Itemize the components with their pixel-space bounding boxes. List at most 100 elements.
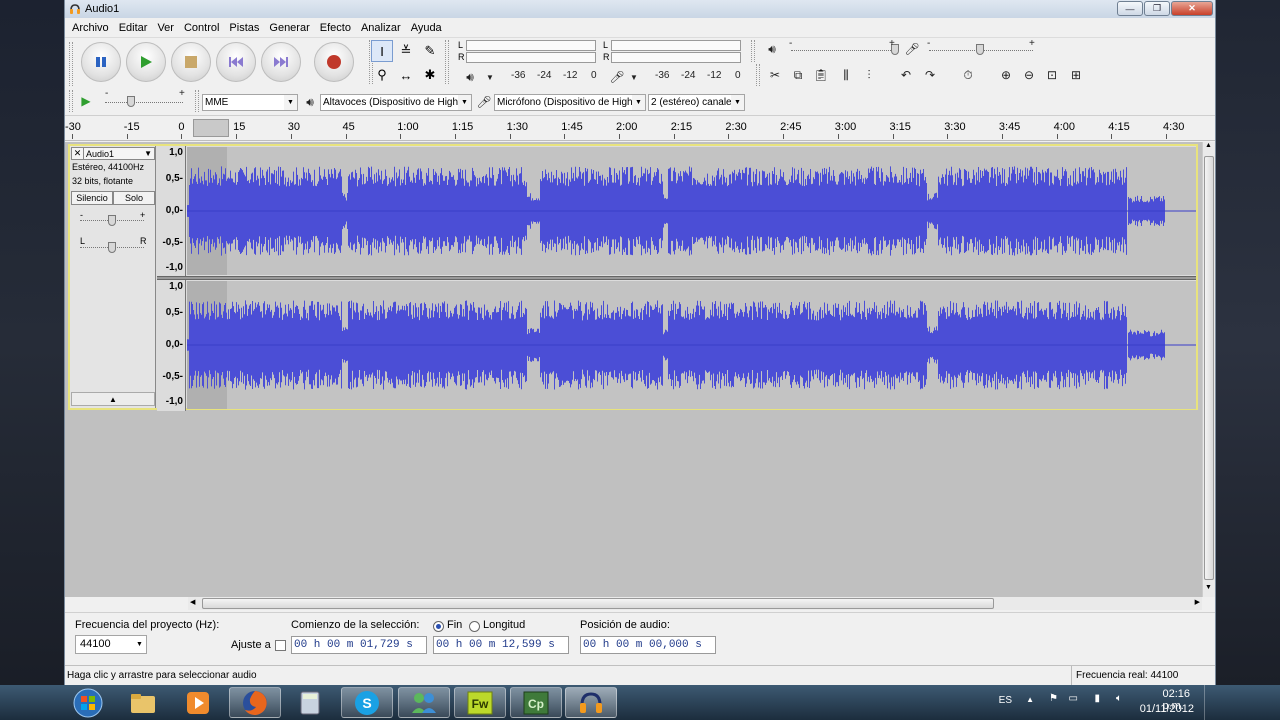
track-area[interactable]: ✕ Audio1 ▼ Estéreo, 44100Hz 32 bits, flo… bbox=[65, 142, 1202, 597]
copy-icon[interactable]: ⧉ bbox=[787, 64, 809, 86]
vertical-scrollbar[interactable]: ▲ ▼ bbox=[1202, 142, 1215, 597]
chevron-down-icon[interactable]: ▼ bbox=[479, 66, 501, 88]
waveform-left-channel[interactable] bbox=[187, 147, 1196, 275]
mute-button[interactable]: Silencio bbox=[71, 191, 113, 205]
redo-icon[interactable]: ↷ bbox=[919, 64, 941, 86]
close-track-icon[interactable]: ✕ bbox=[72, 148, 84, 159]
language-indicator[interactable]: ES bbox=[999, 695, 1012, 706]
zoom-tool-icon[interactable]: ⚲ bbox=[371, 64, 393, 86]
pan-slider[interactable] bbox=[108, 242, 116, 253]
cut-icon[interactable]: ✂ bbox=[764, 64, 786, 86]
scroll-up-icon[interactable]: ▲ bbox=[1205, 142, 1212, 149]
taskbar-audacity[interactable] bbox=[565, 687, 617, 718]
pause-button[interactable] bbox=[81, 42, 121, 82]
undo-icon[interactable]: ↶ bbox=[895, 64, 917, 86]
fit-selection-icon[interactable]: ⊡ bbox=[1041, 64, 1063, 86]
selection-start-field[interactable]: 00 h 00 m 01,729 s bbox=[291, 636, 427, 654]
show-desktop-button[interactable] bbox=[1204, 685, 1216, 720]
timeshift-tool-icon[interactable]: ↔ bbox=[395, 64, 417, 86]
scroll-right-icon[interactable]: ▶ bbox=[1195, 598, 1200, 606]
taskbar-media-player[interactable] bbox=[172, 687, 224, 718]
trim-icon[interactable]: ⫼ bbox=[835, 64, 857, 86]
toolbar-grip[interactable] bbox=[756, 64, 760, 86]
output-volume-track[interactable] bbox=[791, 50, 895, 51]
selection-end-field[interactable]: 00 h 00 m 12,599 s bbox=[433, 636, 569, 654]
horizontal-scroll-thumb[interactable] bbox=[202, 598, 994, 609]
waveform-right-channel[interactable] bbox=[187, 281, 1196, 409]
host-select[interactable]: MME ▼ bbox=[202, 94, 298, 111]
minimize-button[interactable]: — bbox=[1117, 1, 1143, 16]
menu-generar[interactable]: Generar bbox=[264, 22, 314, 34]
menu-analizar[interactable]: Analizar bbox=[356, 22, 406, 34]
volume-icon[interactable]: 🔈︎ bbox=[1116, 693, 1122, 704]
skip-to-end-button[interactable] bbox=[261, 42, 301, 82]
taskbar-firefox[interactable] bbox=[229, 687, 281, 718]
play-at-speed-icon[interactable]: ▶ bbox=[75, 90, 97, 112]
menu-ver[interactable]: Ver bbox=[152, 22, 179, 34]
scroll-left-icon[interactable]: ◀ bbox=[190, 598, 195, 606]
project-rate-select[interactable]: 44100 ▼ bbox=[75, 635, 147, 654]
close-button[interactable]: ✕ bbox=[1171, 1, 1213, 16]
toolbar-grip[interactable] bbox=[195, 90, 199, 112]
output-device-select[interactable]: Altavoces (Dispositivo de High ▼ bbox=[320, 94, 472, 111]
speaker-icon[interactable]: 🔊︎ bbox=[459, 66, 481, 88]
toolbar-grip[interactable] bbox=[445, 40, 449, 84]
menu-ayuda[interactable]: Ayuda bbox=[406, 22, 447, 34]
play-speed-track[interactable] bbox=[105, 102, 183, 103]
snap-checkbox[interactable] bbox=[275, 640, 286, 651]
audio-position-field[interactable]: 00 h 00 m 00,000 s bbox=[580, 636, 716, 654]
menu-editar[interactable]: Editar bbox=[114, 22, 153, 34]
chevron-down-icon[interactable]: ▼ bbox=[144, 149, 154, 158]
maximize-button[interactable]: ❐ bbox=[1144, 1, 1170, 16]
network-icon[interactable]: ▮ bbox=[1094, 693, 1100, 704]
draw-tool-icon[interactable]: ✎ bbox=[419, 40, 441, 62]
display-icon[interactable]: ▭ bbox=[1069, 693, 1078, 704]
collapse-track-button[interactable]: ▲ bbox=[71, 392, 155, 406]
envelope-tool-icon[interactable]: ≚ bbox=[395, 40, 417, 62]
taskbar-messenger[interactable] bbox=[398, 687, 450, 718]
sync-lock-icon[interactable]: ⏱︎ bbox=[957, 64, 979, 86]
toolbar-grip[interactable] bbox=[751, 40, 755, 62]
menu-control[interactable]: Control bbox=[179, 22, 224, 34]
start-button[interactable] bbox=[66, 686, 110, 719]
selection-tool-icon[interactable]: I bbox=[371, 40, 393, 62]
silence-icon[interactable]: ⫶ bbox=[858, 64, 880, 86]
skip-to-start-button[interactable] bbox=[216, 42, 256, 82]
scroll-down-icon[interactable]: ▼ bbox=[1205, 584, 1212, 591]
play-speed-slider[interactable] bbox=[127, 96, 135, 107]
timeline-ruler[interactable]: -30 -15 0 15 30 45 1:00 1:15 1:30 1:45 2:00 2:15 2:3… bbox=[65, 117, 1215, 141]
solo-button[interactable]: Solo bbox=[113, 191, 155, 205]
vertical-scroll-thumb[interactable] bbox=[1204, 156, 1214, 580]
toolbar-grip[interactable] bbox=[69, 42, 73, 86]
channels-select[interactable]: 2 (estéreo) canale ▼ bbox=[648, 94, 745, 111]
show-hidden-icons-icon[interactable]: ▲ bbox=[1026, 695, 1034, 704]
menu-efecto[interactable]: Efecto bbox=[315, 22, 356, 34]
toolbar-grip[interactable] bbox=[69, 90, 73, 112]
stop-button[interactable] bbox=[171, 42, 211, 82]
length-radio[interactable] bbox=[469, 621, 480, 632]
taskbar-skype[interactable]: S bbox=[341, 687, 393, 718]
taskbar-calculator[interactable] bbox=[284, 687, 336, 718]
taskbar-fireworks[interactable]: Fw bbox=[454, 687, 506, 718]
horizontal-scrollbar[interactable]: ◀ ▶ bbox=[188, 597, 1202, 610]
fit-project-icon[interactable]: ⊞ bbox=[1065, 64, 1087, 86]
taskbar-explorer[interactable] bbox=[117, 687, 169, 718]
input-device-select[interactable]: Micrófono (Dispositivo de High ▼ bbox=[494, 94, 646, 111]
play-button[interactable] bbox=[126, 42, 166, 82]
zoom-in-icon[interactable]: ⊕ bbox=[995, 64, 1017, 86]
zoom-out-icon[interactable]: ⊖ bbox=[1018, 64, 1040, 86]
input-volume-slider[interactable] bbox=[976, 44, 984, 55]
track-name-bar[interactable]: ✕ Audio1 ▼ bbox=[71, 147, 155, 160]
chevron-down-icon[interactable]: ▼ bbox=[623, 66, 645, 88]
menu-pistas[interactable]: Pistas bbox=[224, 22, 264, 34]
action-center-icon[interactable]: ⚑ bbox=[1049, 693, 1058, 704]
track-name[interactable]: Audio1 bbox=[84, 149, 144, 159]
gain-slider[interactable] bbox=[108, 215, 116, 226]
menu-archivo[interactable]: Archivo bbox=[67, 22, 114, 34]
paste-icon[interactable]: 📋︎ bbox=[810, 64, 832, 86]
end-radio[interactable] bbox=[433, 621, 444, 632]
record-button[interactable] bbox=[314, 42, 354, 82]
clock-date[interactable]: 01/11/2012 bbox=[1140, 703, 1194, 715]
multi-tool-icon[interactable]: ✱ bbox=[419, 64, 441, 86]
taskbar-captivate[interactable]: Cp bbox=[510, 687, 562, 718]
